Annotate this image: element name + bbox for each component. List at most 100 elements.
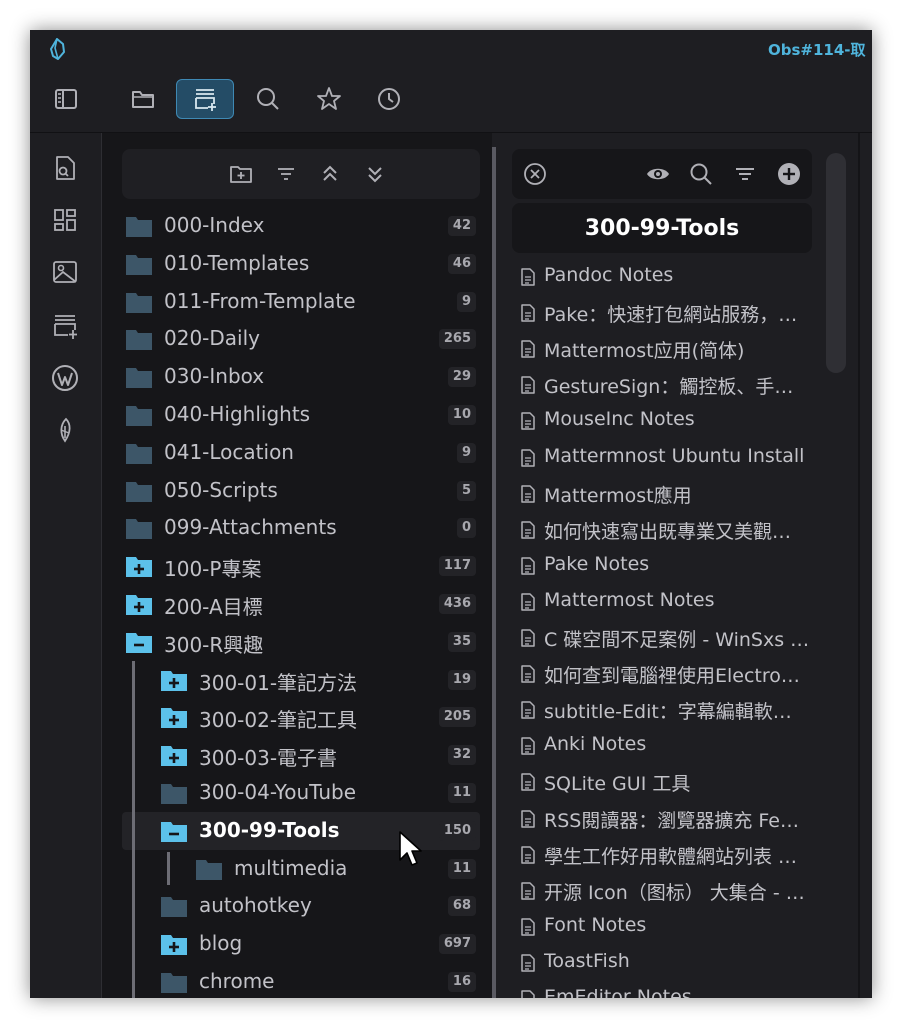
folder-item[interactable]: chrome 16 (122, 963, 480, 998)
sort-files-button[interactable] (730, 159, 760, 189)
file-item[interactable]: subtitle-Edit：字幕編輯軟… (520, 692, 812, 728)
folder-label: 099-Attachments (164, 515, 337, 540)
file-text-icon (521, 448, 535, 467)
left-ribbon (30, 133, 102, 998)
preview-button[interactable] (643, 159, 673, 189)
folder-item[interactable]: 300-01-筆記方法 19 (122, 661, 480, 699)
file-item[interactable]: SQLite GUI 工具 (520, 764, 812, 800)
folder-item[interactable]: 000-Index 42 (122, 207, 480, 245)
clock-icon (378, 88, 400, 110)
tab-files[interactable] (123, 79, 163, 119)
search-icon (690, 163, 712, 185)
folder-icon (126, 443, 152, 464)
folder-icon (161, 897, 187, 918)
file-text-icon (521, 809, 535, 828)
file-text-icon (521, 845, 535, 864)
file-item[interactable]: EmEditor Notes (520, 981, 812, 998)
file-item[interactable]: C 碟空間不足案例 - WinSxs … (520, 620, 812, 656)
ribbon-wordpress[interactable] (50, 363, 80, 393)
quill-icon (60, 417, 71, 443)
file-item[interactable]: Mattermost应用(简体) (520, 331, 812, 367)
file-title: SQLite GUI 工具 (544, 773, 691, 796)
folder-item[interactable]: 300-04-YouTube 11 (122, 774, 480, 812)
folder-label: 040-Highlights (164, 402, 311, 426)
indent-guide (132, 660, 135, 998)
folder-item[interactable]: 030-Inbox 29 (122, 358, 480, 396)
folder-item[interactable]: 300-99-Tools 150 (122, 811, 480, 850)
ribbon-image[interactable] (50, 257, 80, 287)
file-title: GestureSign：觸控板、手… (544, 376, 794, 399)
new-file-button[interactable] (774, 159, 804, 189)
file-title: EmEditor Notes (544, 986, 692, 998)
note-count-badge: 68 (447, 896, 476, 917)
note-count-badge: 265 (438, 329, 476, 350)
ribbon-file-search[interactable] (50, 153, 80, 183)
file-text-icon (521, 520, 535, 539)
ribbon-card-plus[interactable] (50, 311, 80, 341)
sort-button[interactable] (271, 159, 301, 189)
file-item[interactable]: Font Notes (520, 909, 812, 945)
expand-all-button[interactable] (360, 159, 390, 189)
file-item[interactable]: Anki Notes (520, 728, 812, 764)
file-item[interactable]: Pandoc Notes (520, 259, 812, 295)
folder-item[interactable]: 041-Location 9 (122, 434, 480, 472)
tab-folder-notes[interactable] (176, 79, 234, 119)
file-item[interactable]: 如何快速寫出既專業又美觀… (520, 512, 812, 548)
file-item[interactable]: 學生工作好用軟體網站列表 … (520, 837, 812, 873)
search-files-button[interactable] (686, 159, 716, 189)
folder-item[interactable]: 100-P專案 117 (122, 547, 480, 585)
folder-item[interactable]: 040-Highlights 10 (122, 396, 480, 434)
folder-item[interactable]: autohotkey 68 (122, 887, 480, 925)
file-title: MouseInc Notes (544, 408, 695, 431)
search-icon (257, 88, 279, 110)
new-folder-button[interactable] (226, 159, 256, 189)
folder-item[interactable]: 200-A目標 436 (122, 585, 480, 623)
close-folder-button[interactable] (520, 159, 550, 189)
file-text-icon (521, 412, 535, 431)
file-item[interactable]: ToastFish (520, 945, 812, 981)
ribbon-quill[interactable] (50, 415, 80, 445)
folder-label: 300-03-電子書 (199, 746, 338, 771)
star-icon (317, 87, 341, 110)
note-count-badge: 42 (447, 216, 476, 236)
tab-bookmarks[interactable] (309, 79, 349, 119)
file-item[interactable]: Mattermost應用 (520, 476, 812, 512)
folder-item[interactable]: 010-Templates 46 (122, 245, 480, 283)
tab-recent[interactable] (369, 79, 409, 119)
ribbon-layout[interactable] (50, 205, 80, 235)
file-item[interactable]: Pake：快速打包網站服務，… (520, 295, 812, 331)
toggle-sidebar-button[interactable] (46, 79, 86, 119)
filter-lines-icon (736, 168, 754, 180)
folder-item[interactable]: 300-02-筆記工具 205 (122, 698, 480, 736)
folder-item[interactable]: multimedia 11 (122, 850, 480, 888)
collapse-all-button[interactable] (315, 159, 345, 189)
note-count-badge: 9 (456, 442, 476, 463)
file-item[interactable]: 如何查到電腦裡使用Electro… (520, 656, 812, 692)
file-toolbar (512, 149, 812, 199)
file-title: C 碟空間不足案例 - WinSxs … (544, 629, 810, 651)
folder-item[interactable]: 300-03-電子書 32 (122, 736, 480, 774)
file-item[interactable]: Mattermost Notes (520, 584, 812, 620)
tab-bar (30, 68, 872, 133)
folder-item[interactable]: 300-R興趣 35 (122, 623, 480, 661)
file-item[interactable]: GestureSign：觸控板、手… (520, 367, 812, 403)
file-item[interactable]: 开源 Icon（图标） 大集合 - … (520, 873, 812, 909)
folder-item[interactable]: 050-Scripts 5 (122, 472, 480, 510)
file-item[interactable]: Pake Notes (520, 548, 812, 584)
file-item[interactable]: RSS閱讀器：瀏覽器擴充 Fe… (520, 801, 812, 837)
file-title: 學生工作好用軟體網站列表 … (544, 845, 798, 868)
file-text-icon (521, 881, 535, 900)
folder-item[interactable]: 099-Attachments 0 (122, 509, 480, 547)
file-text-icon (521, 954, 535, 972)
folder-item[interactable]: 020-Daily 265 (122, 320, 480, 358)
file-title: Pandoc Notes (544, 264, 674, 286)
tab-search[interactable] (248, 79, 288, 119)
folder-item[interactable]: 011-From-Template 9 (122, 283, 480, 321)
file-text-icon (521, 918, 535, 936)
file-item[interactable]: Mattermnost Ubuntu Install (520, 440, 812, 476)
scrollbar-thumb[interactable] (826, 153, 846, 373)
chevrons-down-icon (368, 167, 382, 183)
folder-item[interactable]: blog 697 (122, 925, 480, 963)
file-title: 开源 Icon（图标） 大集合 - … (544, 881, 805, 904)
file-item[interactable]: MouseInc Notes (520, 403, 812, 439)
